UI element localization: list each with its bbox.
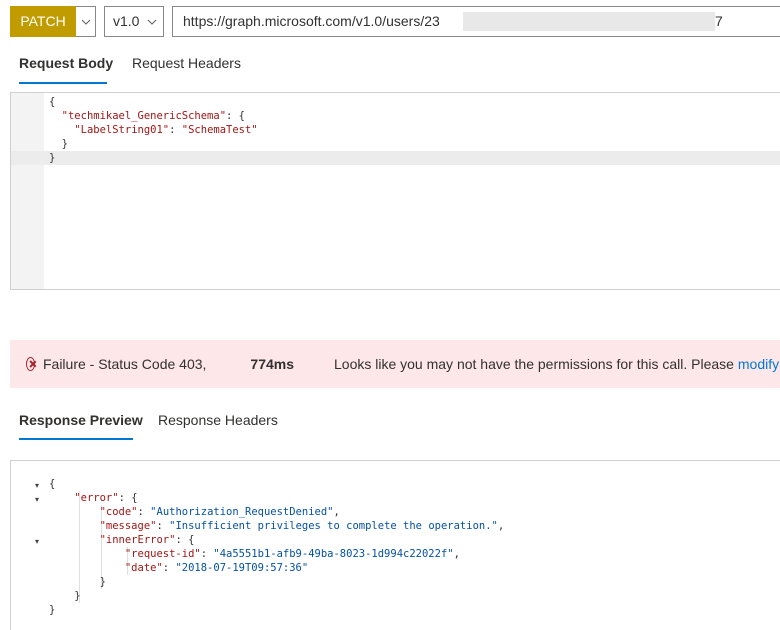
tab-request-headers[interactable]: Request Headers — [132, 55, 241, 71]
response-duration: 774ms — [250, 356, 294, 372]
tab-request-body[interactable]: Request Body — [19, 55, 113, 71]
active-tab-indicator — [19, 82, 107, 84]
permission-message: Looks like you may not have the permissi… — [334, 356, 734, 372]
fold-arrow-icon[interactable]: ▾ — [35, 537, 39, 546]
chevron-down-icon — [81, 19, 90, 25]
http-method-button[interactable]: PATCH — [10, 6, 76, 37]
modify-permissions-link[interactable]: modify y — [738, 356, 780, 372]
request-body-code: { "techmikael_GenericSchema": { "LabelSt… — [49, 96, 258, 164]
tab-response-headers[interactable]: Response Headers — [158, 412, 278, 428]
chevron-down-icon — [147, 7, 157, 46]
url-text-tail: 7 — [715, 13, 723, 29]
redacted-user-id — [463, 12, 715, 31]
status-banner: Failure - Status Code 403, 774ms Looks l… — [10, 340, 780, 388]
tab-response-preview[interactable]: Response Preview — [19, 412, 143, 428]
url-text: https://graph.microsoft.com/v1.0/users/2… — [183, 13, 440, 29]
error-circle-icon — [26, 357, 35, 371]
request-body-editor[interactable]: { "techmikael_GenericSchema": { "LabelSt… — [10, 92, 780, 290]
http-method-dropdown[interactable] — [76, 6, 96, 37]
url-input[interactable]: https://graph.microsoft.com/v1.0/users/2… — [172, 6, 780, 37]
status-failure-text: Failure - Status Code 403, — [42, 356, 207, 372]
fold-arrow-icon[interactable]: ▾ — [35, 481, 39, 490]
response-preview-editor: ▾ ▾ ▾ { "error": { "code": "Authorizatio… — [10, 460, 780, 630]
version-label: v1.0 — [113, 13, 140, 29]
version-dropdown[interactable]: v1.0 — [104, 6, 164, 37]
response-json-code: { "error": { "code": "Authorization_Requ… — [49, 478, 505, 616]
editor-gutter — [11, 93, 44, 289]
fold-arrow-icon[interactable]: ▾ — [35, 495, 39, 504]
active-tab-indicator — [19, 438, 133, 440]
